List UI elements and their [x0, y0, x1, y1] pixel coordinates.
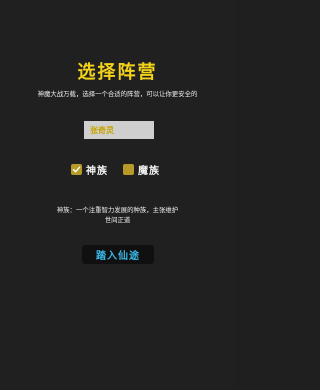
- god-checkbox[interactable]: [71, 164, 82, 175]
- page-title: 选择阵营: [77, 62, 158, 83]
- faction-option-demon[interactable]: 魔族: [123, 162, 160, 177]
- faction-option-god[interactable]: 神族: [71, 162, 108, 177]
- faction-label-god: 神族: [86, 166, 108, 177]
- demon-checkbox[interactable]: [123, 164, 134, 175]
- faction-description: 神族：一个注重智力发展的种族，主张维护 世间正道: [30, 205, 205, 225]
- check-icon: [72, 166, 81, 173]
- enter-game-button[interactable]: 踏入仙途: [82, 245, 154, 264]
- faction-description-line1: 神族：一个注重智力发展的种族，主张维护: [56, 206, 179, 214]
- faction-options: 神族 魔族: [0, 162, 235, 177]
- faction-label-demon: 魔族: [138, 166, 160, 177]
- faction-description-line2: 世间正道: [104, 216, 131, 224]
- faction-select-screen: 选择阵营 神魔大战万载，选择一个合适的阵营，可以让你更安全的 神族 魔族 神族：…: [0, 0, 235, 390]
- character-name-input[interactable]: [84, 121, 154, 139]
- page-subtitle: 神魔大战万载，选择一个合适的阵营，可以让你更安全的: [37, 90, 198, 98]
